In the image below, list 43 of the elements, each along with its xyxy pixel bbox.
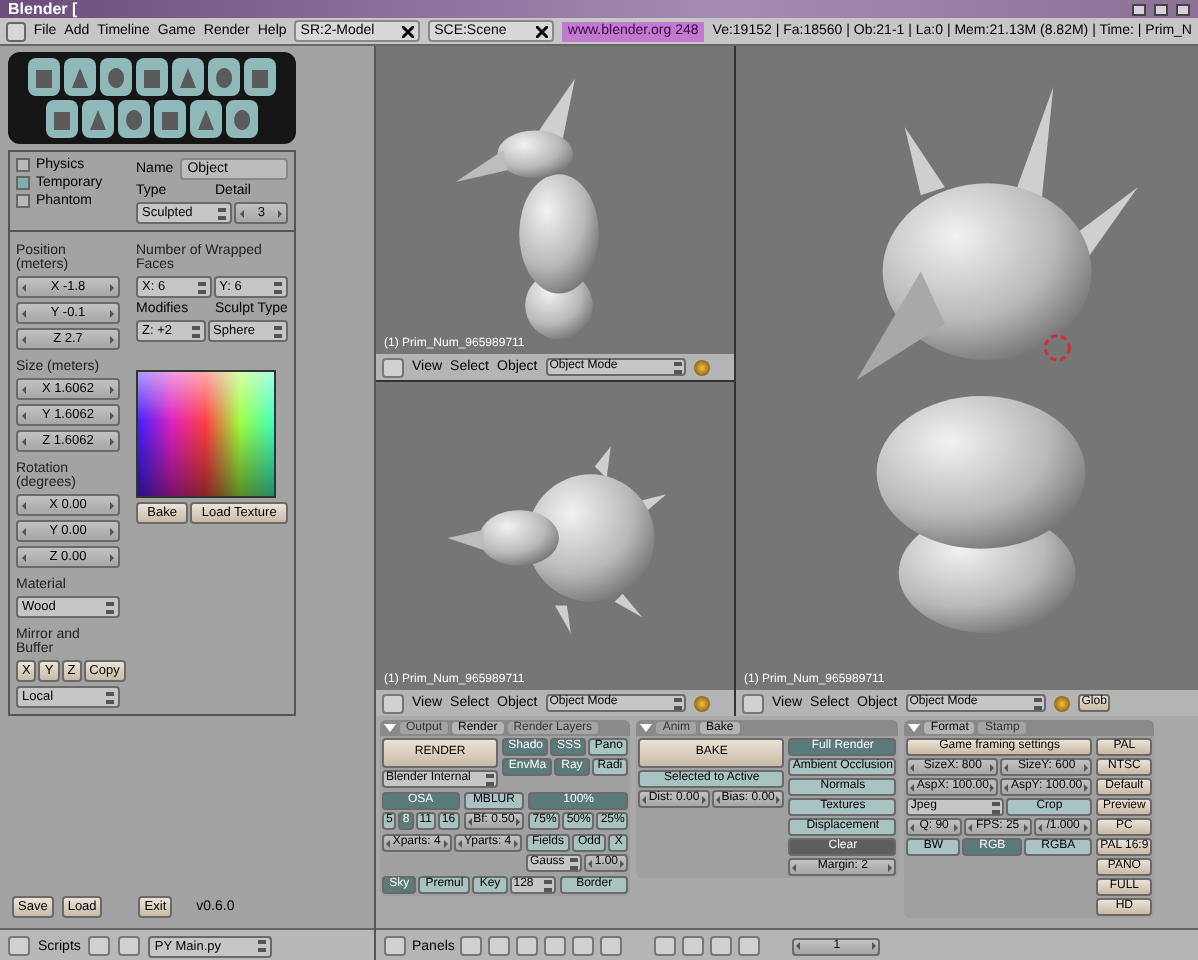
checkbox[interactable] bbox=[16, 158, 30, 172]
window-type-icon[interactable] bbox=[8, 936, 30, 956]
subcontext-icon[interactable] bbox=[682, 936, 705, 956]
context-icon[interactable] bbox=[488, 936, 511, 956]
primitive-shape-icon[interactable] bbox=[100, 58, 132, 96]
color-gradient-preview[interactable] bbox=[136, 370, 276, 498]
window-title: Blender [ bbox=[8, 0, 80, 18]
context-icon[interactable] bbox=[460, 936, 483, 956]
primitive-shape-icon[interactable] bbox=[190, 100, 222, 138]
grid-icon[interactable] bbox=[382, 693, 404, 713]
context-icon[interactable] bbox=[516, 936, 539, 956]
primitive-shape-icon[interactable] bbox=[46, 100, 78, 138]
pivot-icon[interactable] bbox=[1053, 695, 1070, 711]
checkbox[interactable] bbox=[16, 176, 30, 190]
context-icon[interactable] bbox=[572, 936, 595, 956]
cursor-icon bbox=[1043, 334, 1071, 362]
primitive-shape-icon[interactable] bbox=[64, 58, 96, 96]
primitive-shape-icon[interactable] bbox=[172, 58, 204, 96]
context-icon[interactable] bbox=[600, 936, 623, 956]
close-icon[interactable] bbox=[1176, 3, 1190, 15]
primitive-shape-icon[interactable] bbox=[226, 100, 258, 138]
subcontext-icon[interactable] bbox=[710, 936, 733, 956]
context-icon[interactable] bbox=[544, 936, 567, 956]
window-type-icon[interactable] bbox=[6, 21, 26, 41]
primitive-shape-icon[interactable] bbox=[118, 100, 150, 138]
subcontext-icon[interactable] bbox=[654, 936, 677, 956]
primitive-shape-icon[interactable] bbox=[136, 58, 168, 96]
window-type-icon[interactable] bbox=[384, 936, 406, 956]
primitive-shape-icon[interactable] bbox=[208, 58, 240, 96]
subcontext-icon[interactable] bbox=[738, 936, 761, 956]
primitive-shape-icon[interactable] bbox=[28, 58, 60, 96]
primitive-shape-icon[interactable] bbox=[244, 58, 276, 96]
pivot-icon[interactable] bbox=[693, 695, 710, 711]
pivot-icon[interactable] bbox=[693, 359, 710, 375]
primitive-shape-icon[interactable] bbox=[154, 100, 186, 138]
maximize-icon[interactable] bbox=[1154, 3, 1168, 15]
grid-icon[interactable] bbox=[382, 357, 404, 377]
minimize-icon[interactable] bbox=[1132, 3, 1146, 15]
primitive-shape-icon[interactable] bbox=[82, 100, 114, 138]
delete-icon bbox=[535, 25, 548, 37]
delete-icon bbox=[402, 25, 415, 37]
checkbox[interactable] bbox=[16, 194, 30, 208]
grid-icon[interactable] bbox=[742, 693, 764, 713]
